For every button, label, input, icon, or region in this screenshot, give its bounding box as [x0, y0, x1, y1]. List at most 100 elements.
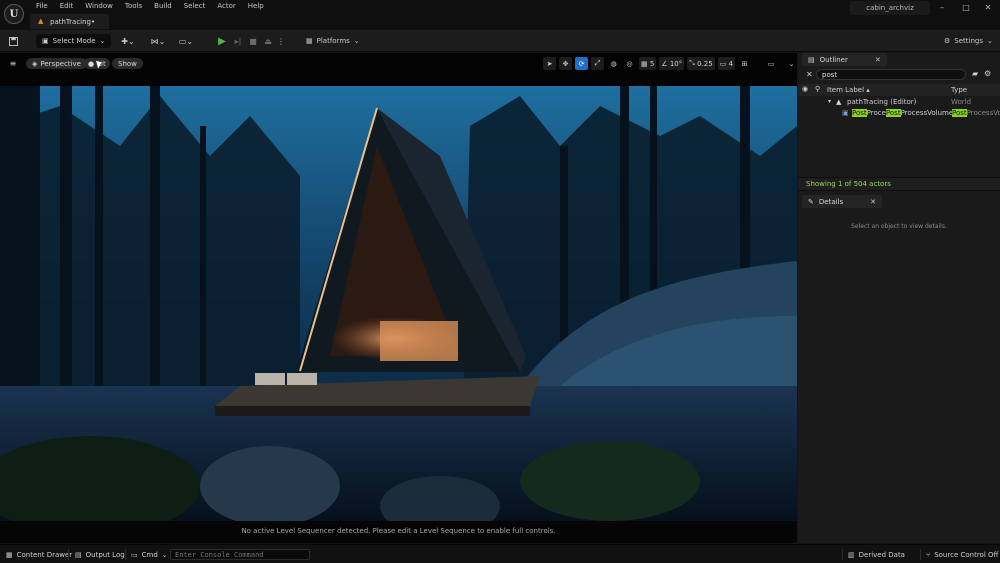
platforms-dropdown[interactable]: ▦ Platforms ⌄ — [306, 33, 360, 49]
scale-snap-button[interactable]: ⤡ 0.25 — [687, 57, 715, 70]
camera-speed-value: 4 — [728, 59, 734, 68]
maximize-viewport-icon[interactable]: ⊞ — [738, 57, 751, 70]
play-options-icon[interactable]: ⋮ — [276, 33, 286, 49]
menu-help[interactable]: Help — [242, 1, 270, 12]
viewport-footer: No active Level Sequencer detected. Plea… — [0, 521, 797, 543]
output-log-icon: ▤ — [75, 550, 82, 559]
close-window-button[interactable]: ✕ — [978, 2, 998, 14]
label-highlight: Post — [852, 109, 867, 117]
world-space-icon[interactable]: ◍ — [607, 57, 620, 70]
select-mode-dropdown[interactable]: ▣ Select Mode ⌄ — [36, 34, 112, 48]
chevron-down-icon[interactable]: ⌄ — [785, 57, 797, 70]
step-icon[interactable]: ▸| — [231, 33, 245, 49]
maximize-button[interactable]: □ — [956, 2, 976, 14]
volume-icon: ▣ — [842, 109, 849, 117]
camera-speed-button[interactable]: ▭ 4 — [717, 57, 736, 70]
source-control-button[interactable]: ⑂ Source Control Off — [926, 548, 998, 561]
translate-tool-icon[interactable]: ✥ — [559, 57, 572, 70]
output-log-button[interactable]: ▤ Output Log — [75, 548, 125, 561]
derived-data-button[interactable]: ▥ Derived Data — [848, 548, 905, 561]
add-folder-icon[interactable]: ▰ — [972, 69, 978, 78]
outliner-column-header: ◉ ⚲ Item Label ▴ Type — [798, 84, 1000, 96]
menu-build[interactable]: Build — [148, 1, 178, 12]
unreal-logo-icon[interactable]: U — [4, 4, 24, 24]
perspective-button[interactable]: ◈ Perspective — [26, 58, 87, 69]
menu-window[interactable]: Window — [79, 1, 119, 12]
show-button[interactable]: Show — [112, 58, 143, 69]
minimize-button[interactable]: – — [932, 2, 952, 14]
layout-icon[interactable]: ▭ — [760, 57, 782, 70]
outliner-tab[interactable]: ▤ Outliner ✕ — [802, 53, 887, 66]
type-header[interactable]: Type — [951, 86, 967, 94]
grid-snap-button[interactable]: ▦ 5 — [639, 57, 657, 70]
tree-row-post-process[interactable]: ▣ PostProcePostProcessVolume PostProcess… — [798, 109, 1000, 119]
gear-icon[interactable]: ⚙ — [984, 69, 991, 78]
eject-icon[interactable]: ⏏ — [261, 33, 275, 49]
gear-icon: ⚙ — [944, 37, 951, 45]
level-tab[interactable]: ▲ pathTracing• — [30, 14, 110, 29]
menu-tools[interactable]: Tools — [119, 1, 148, 12]
lit-sphere-icon: ● — [88, 59, 95, 68]
play-icon[interactable]: ▶ — [215, 33, 229, 49]
perspective-label: Perspective — [40, 59, 81, 68]
save-icon[interactable] — [6, 33, 20, 49]
cmd-dropdown[interactable]: ▭ Cmd ⌄ — [131, 548, 168, 561]
settings-button[interactable]: ⚙ Settings ⌄ — [944, 33, 993, 49]
select-mode-label: Select Mode — [52, 37, 96, 45]
settings-label: Settings — [954, 37, 983, 45]
grid-snap-value: 5 — [649, 59, 655, 68]
derived-data-icon: ▥ — [848, 550, 855, 559]
item-label-header[interactable]: Item Label ▴ — [827, 86, 870, 94]
platforms-icon: ▦ — [306, 37, 313, 45]
rotate-tool-icon[interactable]: ⟳ — [575, 57, 588, 70]
level-viewport[interactable]: ≡ ◈ Perspective ● Lit Show ➤ ✥ ⟳ ⤢ ◍ ◎ ▦… — [0, 53, 797, 543]
viewport-menu-icon[interactable]: ≡ — [7, 58, 19, 69]
clear-search-icon[interactable]: ✕ — [806, 70, 813, 79]
stop-icon[interactable]: ■ — [246, 33, 260, 49]
scale-snap-value: 0.25 — [697, 59, 713, 68]
content-drawer-button[interactable]: ▦ Content Drawer — [6, 548, 72, 561]
blueprint-icon[interactable]: ⋈⌄ — [148, 33, 168, 49]
post-process-type: PostProcessVo — [952, 109, 1000, 117]
level-icon: ▲ — [38, 17, 44, 25]
details-empty-message: Select an object to view details. — [851, 223, 947, 230]
close-icon[interactable]: ✕ — [875, 56, 881, 64]
details-tab[interactable]: ✎ Details ✕ — [802, 195, 883, 208]
select-tool-icon[interactable]: ➤ — [543, 57, 556, 70]
surface-snap-icon[interactable]: ◎ — [623, 57, 636, 70]
cmd-label: Cmd — [141, 550, 158, 559]
post-process-label: PostProcePostProcessVolume — [852, 109, 953, 117]
scene-render — [0, 86, 797, 521]
menu-edit[interactable]: Edit — [54, 1, 80, 12]
divider — [842, 549, 843, 560]
console-command-input[interactable] — [170, 549, 310, 560]
details-title: Details — [818, 197, 844, 206]
details-icon: ✎ — [808, 197, 814, 206]
content-drawer-label: Content Drawer — [16, 550, 73, 559]
outliner-search-input[interactable] — [816, 69, 966, 80]
add-actor-icon[interactable]: ✚⌄ — [118, 33, 138, 49]
sequencer-message: No active Level Sequencer detected. Plea… — [241, 527, 556, 535]
camera-icon: ▭ — [719, 59, 727, 68]
pin-icon[interactable]: ⚲ — [815, 85, 820, 93]
visibility-icon[interactable]: ◉ — [802, 85, 808, 93]
close-icon[interactable]: ✕ — [870, 198, 876, 206]
rotation-snap-button[interactable]: ∠ 10° — [659, 57, 685, 70]
label-text: Proce — [866, 109, 886, 117]
type-highlight: Post — [952, 109, 967, 117]
cinematics-icon[interactable]: ▭⌄ — [176, 33, 196, 49]
menu-actor[interactable]: Actor — [211, 1, 241, 12]
expand-arrow-icon[interactable]: ▾ — [828, 98, 831, 105]
divider — [920, 549, 921, 560]
main-menu: File Edit Window Tools Build Select Acto… — [30, 1, 270, 12]
output-log-label: Output Log — [85, 550, 125, 559]
tree-row-world[interactable]: ▾ ▲ pathTracing (Editor) World — [798, 98, 1000, 108]
menu-file[interactable]: File — [30, 1, 54, 12]
scale-tool-icon[interactable]: ⤢ — [591, 57, 604, 70]
show-label: Show — [118, 59, 137, 68]
project-name: cabin_archviz — [850, 1, 930, 15]
viewport-toolbar: ≡ ◈ Perspective ● Lit Show ➤ ✥ ⟳ ⤢ ◍ ◎ ▦… — [0, 53, 797, 86]
content-drawer-icon: ▦ — [6, 550, 13, 559]
menu-select[interactable]: Select — [178, 1, 212, 12]
select-mode-icon: ▣ — [42, 37, 49, 45]
